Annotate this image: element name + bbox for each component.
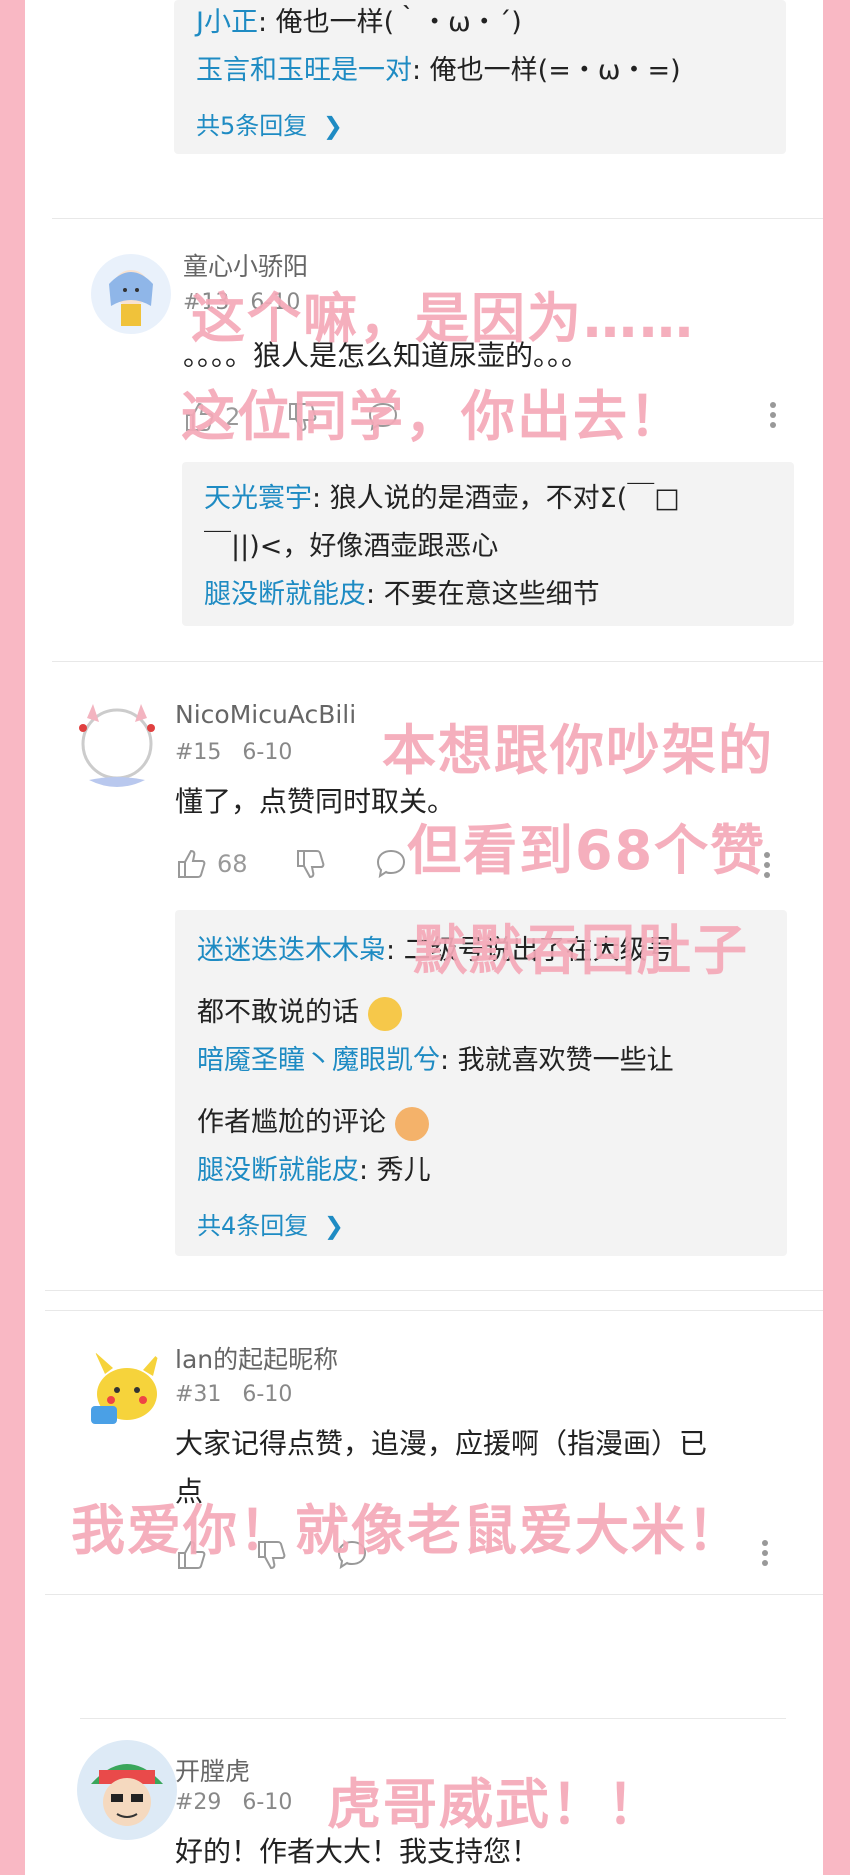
divider [52, 661, 823, 662]
more-replies-link[interactable]: 共5条回复 ❯ [196, 106, 343, 141]
reply-username[interactable]: 天光寰宇 [204, 483, 312, 514]
avatar-girl-icon [109, 270, 153, 326]
chevron-right-icon: ❯ [322, 112, 344, 140]
overlay-caption: 这位同学，你出去！ [181, 385, 685, 448]
comment-meta: #15 6-10 [175, 740, 293, 765]
more-replies-link[interactable]: 共4条回复 ❯ [197, 1206, 344, 1241]
comment-author[interactable]: 开膛虎 [175, 1752, 250, 1788]
avatar[interactable] [77, 1344, 171, 1438]
speech-bubble-icon [376, 849, 405, 879]
reply-box: 天光寰宇: 狼人说的是酒壶，不对Σ(￣□ ￣||)<，好像酒壶跟恶心 腿没断就能… [182, 462, 794, 626]
dislike-button[interactable] [294, 847, 328, 881]
divider [52, 218, 823, 219]
reply-username[interactable]: J小正 [196, 7, 258, 38]
comment-text-line: 大家记得点赞，追漫，应援啊（指漫画）已 [175, 1427, 708, 1460]
reply-username[interactable]: 暗魇圣瞳丶魔眼凯兮 [197, 1045, 440, 1076]
comment-author[interactable]: lan的起起昵称 [175, 1340, 338, 1376]
pikachu-avatar-icon [91, 1352, 159, 1424]
reply-text: : 狼人说的是酒壶，不对Σ(￣□ [312, 483, 680, 514]
reply-text: : 俺也一样(｀・ω・´) [257, 7, 522, 38]
overlay-caption: 这个嘛，是因为…… [191, 287, 695, 350]
reply-line: 腿没断就能皮: 秀儿 [197, 1154, 431, 1188]
like-button[interactable]: 68 [175, 847, 248, 881]
reply-text: ￣||)<，好像酒壶跟恶心 [204, 531, 499, 562]
overlay-caption: 本想跟你吵架的 [382, 719, 774, 782]
divider [45, 1290, 823, 1291]
reply-line: 暗魇圣瞳丶魔眼凯兮: 我就喜欢赞一些让 [197, 1044, 674, 1078]
more-replies-label: 共5条回复 [196, 112, 308, 140]
reply-username[interactable]: 迷迷迭迭木木枭 [197, 935, 386, 966]
reply-box-top: J小正: 俺也一样(｀・ω・´) 玉言和玉旺是一对: 俺也一样(=・ω・=) 共… [174, 0, 786, 154]
reply-text: 都不敢说的话 [197, 997, 359, 1028]
comment-author[interactable]: NicoMicuAcBili [175, 700, 356, 729]
divider [45, 1594, 823, 1595]
divider [45, 1310, 823, 1311]
more-replies-label: 共4条回复 [197, 1212, 309, 1240]
overlay-caption: 我爱你！就像老鼠爱大米！ [71, 1499, 743, 1562]
reply-text: 作者尴尬的评论 [197, 1107, 386, 1138]
overlay-caption: 默默吞回肚子 [413, 919, 749, 982]
comment-actions: 68 [175, 847, 408, 881]
thumbs-up-icon [178, 849, 206, 878]
reply-username[interactable]: 玉言和玉旺是一对 [196, 55, 412, 86]
reply-text: : 不要在意这些细节 [366, 579, 600, 610]
overlay-caption: 但看到68个赞 [407, 819, 767, 882]
grinning-emoji-icon [367, 996, 402, 1031]
reply-line: 都不敢说的话 [197, 996, 402, 1031]
reply-username[interactable]: 腿没断就能皮 [197, 1155, 359, 1186]
cartoon-boy-avatar-icon [91, 1764, 163, 1826]
reply-text: : 秀儿 [359, 1155, 431, 1186]
reply-button[interactable] [374, 847, 408, 881]
reply-text: : 我就喜欢赞一些让 [440, 1045, 674, 1076]
avatar-frame-icon [79, 704, 155, 787]
avatar[interactable] [91, 254, 171, 334]
comment-feed: J小正: 俺也一样(｀・ω・´) 玉言和玉旺是一对: 俺也一样(=・ω・=) 共… [25, 0, 823, 1875]
drooling-emoji-icon [394, 1106, 429, 1141]
more-options-icon[interactable] [768, 402, 778, 432]
avatar[interactable] [77, 1740, 177, 1840]
reply-username[interactable]: 腿没断就能皮 [204, 579, 366, 610]
reply-line: 天光寰宇: 狼人说的是酒壶，不对Σ(￣□ [204, 482, 680, 516]
reply-line: 作者尴尬的评论 [197, 1106, 429, 1141]
reply-line: 腿没断就能皮: 不要在意这些细节 [204, 578, 600, 612]
chevron-right-icon: ❯ [323, 1212, 345, 1240]
thumbs-down-icon [296, 850, 324, 879]
more-options-icon[interactable] [760, 1540, 770, 1570]
overlay-caption: 虎哥威武！！ [327, 1773, 663, 1836]
like-count: 68 [217, 850, 248, 878]
avatar[interactable] [63, 694, 171, 794]
reply-line: J小正: 俺也一样(｀・ω・´) [196, 6, 522, 40]
reply-line: 玉言和玉旺是一对: 俺也一样(=・ω・=) [196, 54, 681, 88]
comment-meta: #29 6-10 [175, 1790, 293, 1815]
reply-line: ￣||)<，好像酒壶跟恶心 [204, 530, 498, 564]
divider [80, 1718, 786, 1719]
comment-meta: #31 6-10 [175, 1382, 293, 1407]
reply-text: : 俺也一样(=・ω・=) [412, 55, 681, 86]
